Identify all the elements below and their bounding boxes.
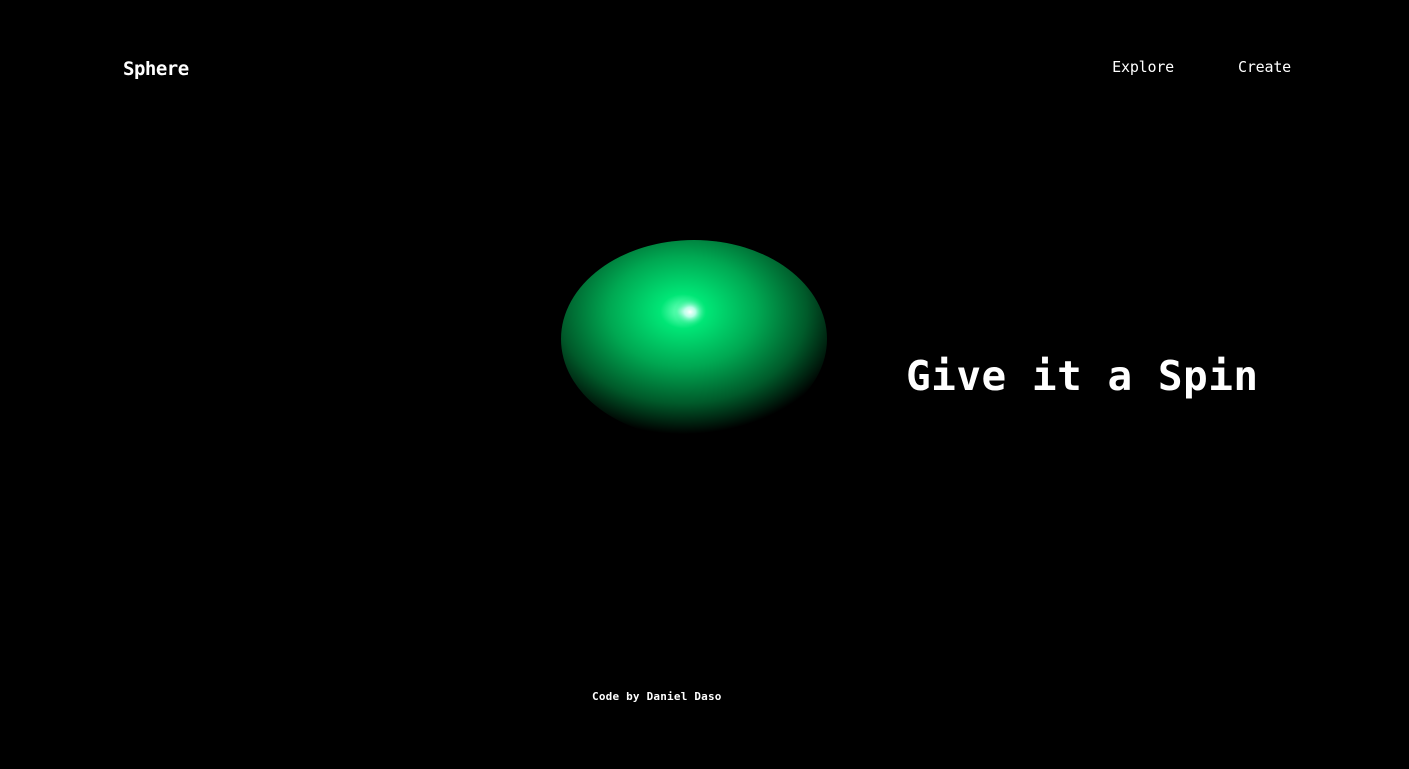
sphere-graphic bbox=[561, 240, 827, 438]
hero-headline: Give it a Spin bbox=[906, 352, 1259, 400]
sphere-canvas[interactable] bbox=[560, 235, 840, 445]
footer-credit: Code by Daniel Daso bbox=[592, 690, 722, 703]
sphere-highlight bbox=[674, 298, 706, 326]
sphere-body bbox=[561, 240, 827, 438]
nav-link-create[interactable]: Create bbox=[1238, 58, 1291, 76]
logo[interactable]: Sphere bbox=[123, 58, 189, 80]
nav-link-explore[interactable]: Explore bbox=[1112, 58, 1174, 76]
top-nav: Explore Create bbox=[1112, 58, 1291, 76]
